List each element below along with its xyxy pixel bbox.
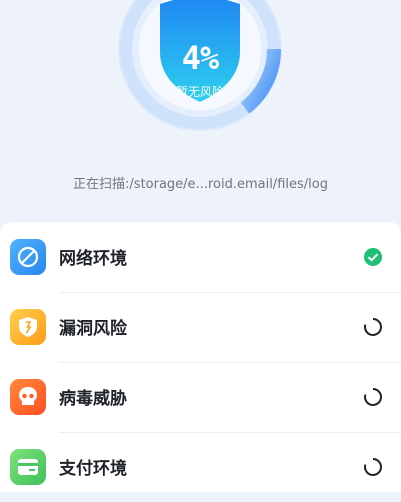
loading-spinner-icon xyxy=(363,457,383,477)
check-label: 病毒威胁 xyxy=(59,389,127,409)
check-list: 网络环境 漏洞风险 病毒威胁 支付环境 xyxy=(0,222,401,492)
virus-skull-icon xyxy=(10,379,46,415)
check-done-icon xyxy=(363,247,383,267)
wallet-card-icon xyxy=(10,449,46,485)
scan-percent: 4% xyxy=(181,39,220,77)
check-item-virus[interactable]: 病毒威胁 xyxy=(0,362,401,432)
loading-spinner-icon xyxy=(363,387,383,407)
scan-hero: 4% 暂无风险 正在扫描:/storage/e...roid.email/fil… xyxy=(0,0,401,222)
network-icon xyxy=(10,239,46,275)
risk-status-text: 暂无风险 xyxy=(175,85,224,99)
check-label: 支付环境 xyxy=(59,459,127,479)
check-item-network[interactable]: 网络环境 xyxy=(0,222,401,292)
loading-spinner-icon xyxy=(363,317,383,337)
vulnerability-shield-icon xyxy=(10,309,46,345)
check-label: 网络环境 xyxy=(59,249,127,269)
scan-current-path: 正在扫描:/storage/e...roid.email/files/log xyxy=(73,177,328,192)
check-label: 漏洞风险 xyxy=(59,319,127,339)
check-item-vulnerability[interactable]: 漏洞风险 xyxy=(0,292,401,362)
